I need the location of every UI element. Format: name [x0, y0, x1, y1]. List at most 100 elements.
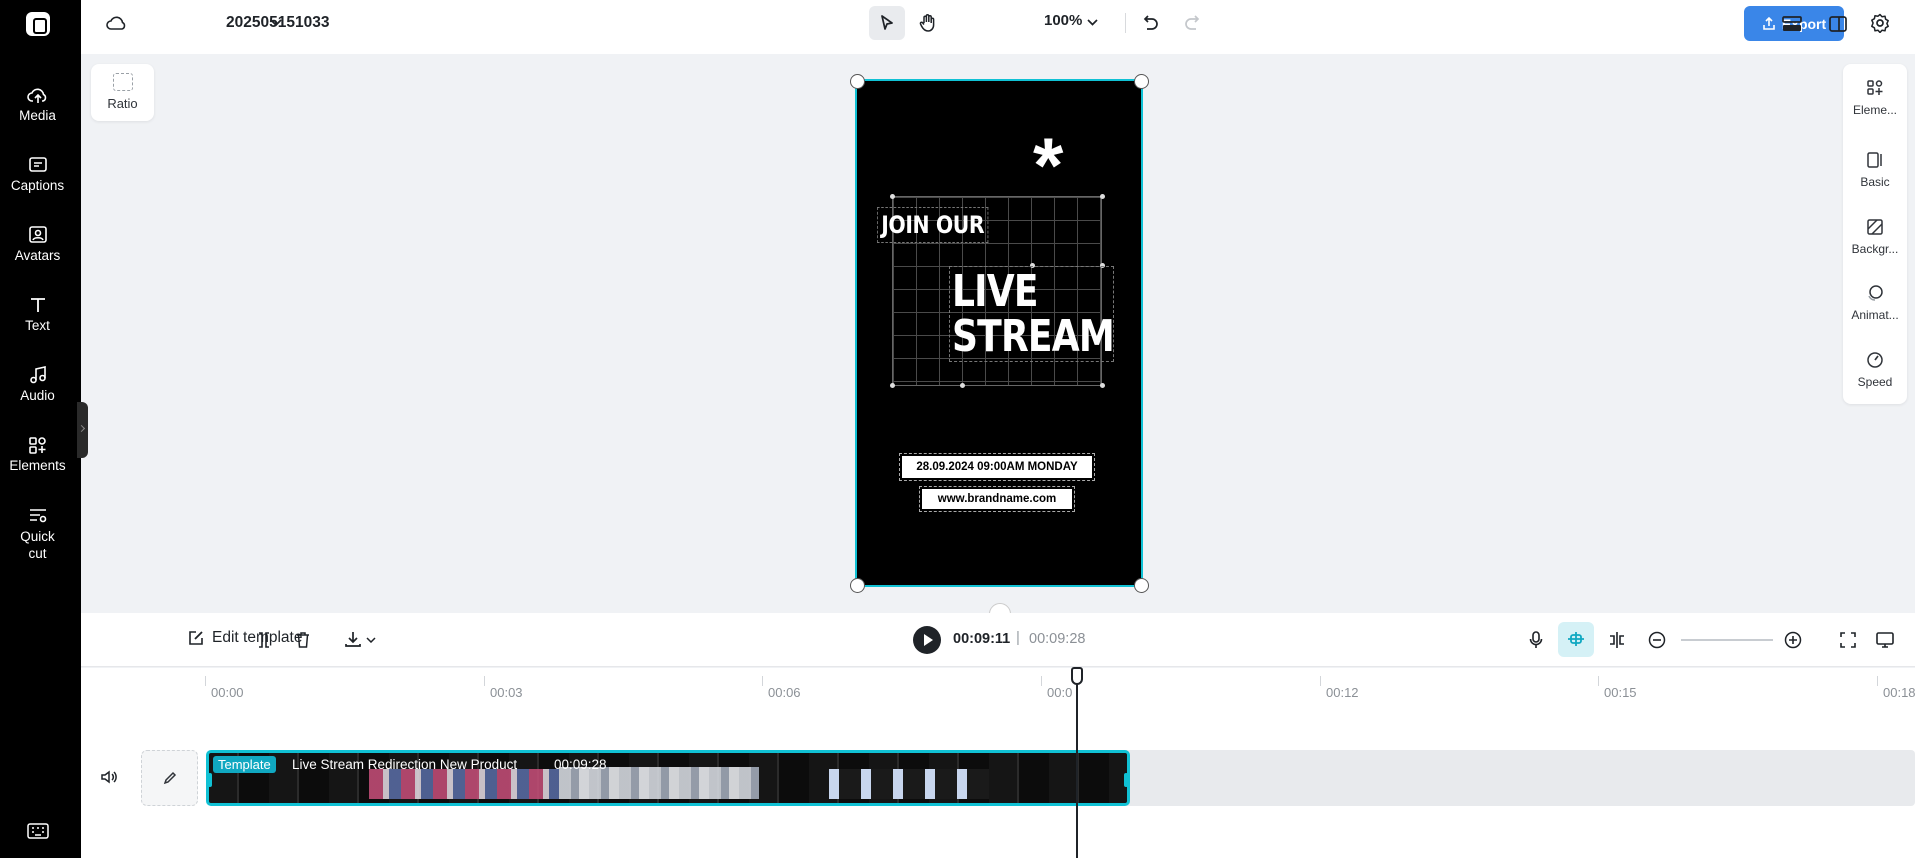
grid-node	[1100, 383, 1105, 388]
preview-monitor-icon[interactable]	[1874, 629, 1896, 651]
sidebar-item-label: Quick cut	[20, 529, 55, 561]
event-date-text[interactable]: 28.09.2024 09:00AM MONDAY	[899, 453, 1095, 481]
cloud-sync-icon[interactable]	[105, 12, 129, 34]
settings-gear-icon[interactable]	[1868, 11, 1892, 35]
website-url-text[interactable]: www.brandname.com	[919, 486, 1075, 512]
download-icon[interactable]	[343, 628, 363, 650]
resize-handle-bottom-left[interactable]	[850, 578, 865, 593]
playhead-handle[interactable]	[1071, 667, 1083, 685]
delete-trash-icon[interactable]	[293, 629, 313, 651]
clip-thumbnails	[369, 769, 559, 799]
text-icon	[30, 298, 45, 312]
grid-node	[890, 194, 895, 199]
captions-icon	[28, 157, 47, 172]
clip-thumbnails	[829, 769, 989, 799]
sidebar-item-audio[interactable]: Audio	[0, 365, 75, 403]
panel-item-background[interactable]: Backgr...	[1843, 217, 1907, 256]
keyboard-shortcuts-icon[interactable]	[27, 822, 49, 845]
timeline-zoom-slider[interactable]	[1681, 639, 1773, 641]
resize-handle-top-left[interactable]	[850, 74, 865, 89]
asterisk-graphic: *	[1033, 121, 1064, 209]
sidebar-item-label: Text	[25, 318, 50, 333]
split-icon[interactable]	[254, 629, 274, 651]
track-edit-button[interactable]	[141, 750, 198, 806]
fullscreen-icon[interactable]	[1838, 630, 1858, 650]
left-sidebar: Media Captions Avatars Text Audio Elemen…	[0, 0, 81, 858]
panel-item-animation[interactable]: Animat...	[1843, 283, 1907, 322]
select-tool-icon[interactable]	[869, 6, 905, 40]
ruler-label: 00:15	[1604, 685, 1637, 700]
speed-icon	[1867, 352, 1883, 368]
playhead[interactable]	[1076, 675, 1078, 858]
sidebar-item-avatars[interactable]: Avatars	[0, 225, 75, 263]
auto-snap-toggle[interactable]	[1558, 622, 1594, 657]
total-time: 00:09:28	[1029, 631, 1086, 647]
time-separator: |	[1016, 629, 1020, 646]
top-bar: 202505151033 100% Export	[81, 0, 1915, 54]
resize-handle-top-right[interactable]	[1134, 74, 1149, 89]
current-time: 00:09:11	[953, 631, 1011, 647]
hand-tool-icon[interactable]	[913, 8, 943, 38]
join-our-text[interactable]: JOIN OUR	[877, 207, 989, 243]
stream-text: STREAM	[952, 311, 1115, 362]
sidebar-item-label: Media	[19, 108, 56, 123]
ruler-tick	[1877, 676, 1878, 686]
sidebar-item-media[interactable]: Media	[0, 85, 75, 123]
edit-template-button[interactable]: Edit template	[187, 629, 302, 647]
grid-node	[1100, 194, 1105, 199]
zoom-in-icon[interactable]	[1783, 630, 1803, 650]
magnet-snap-icon	[1568, 632, 1584, 646]
panel-item-elements[interactable]: Eleme...	[1843, 78, 1907, 117]
ratio-button[interactable]: Ratio	[91, 64, 154, 121]
ruler-label: 00:06	[768, 685, 801, 700]
track-volume-icon[interactable]	[99, 767, 119, 787]
basic-icon	[1867, 152, 1882, 168]
sidebar-collapse-handle[interactable]	[77, 402, 88, 458]
panel-item-label: Speed	[1857, 375, 1893, 389]
panel-item-label: Backgr...	[1851, 242, 1899, 256]
chevron-down-icon[interactable]	[267, 14, 285, 32]
ruler-tick	[1598, 676, 1599, 686]
ratio-icon	[112, 73, 133, 91]
panel-item-label: Animat...	[1851, 308, 1899, 322]
redo-icon[interactable]	[1180, 10, 1206, 36]
sidebar-item-elements[interactable]: Elements	[0, 435, 75, 473]
sidebar-item-label: Avatars	[14, 248, 61, 263]
panel-item-basic[interactable]: Basic	[1843, 150, 1907, 189]
split-clip-icon[interactable]	[1606, 629, 1628, 651]
sidebar-item-captions[interactable]: Captions	[0, 155, 75, 193]
sidebar-item-text[interactable]: Text	[0, 295, 75, 333]
ruler-label: 00:00	[211, 685, 244, 700]
live-stream-text[interactable]: LIVE STREAM	[949, 266, 1115, 362]
avatar-icon	[28, 226, 47, 243]
clip-template-badge: Template	[213, 756, 276, 773]
clip-trim-handle-right[interactable]	[1124, 773, 1127, 787]
ruler-label: 00:0	[1047, 685, 1073, 700]
panel-item-label: Eleme...	[1852, 103, 1897, 117]
ruler-label: 00:12	[1326, 685, 1359, 700]
play-button[interactable]	[913, 626, 941, 654]
panel-item-speed[interactable]: Speed	[1843, 350, 1907, 389]
resize-handle-bottom-right[interactable]	[1134, 578, 1149, 593]
sidebar-item-quick-cut[interactable]: Quick cut	[0, 505, 75, 562]
grid-node	[890, 383, 895, 388]
ruler-tick	[205, 676, 206, 686]
zoom-chevron-down-icon[interactable]	[1085, 15, 1099, 29]
app-logo-icon[interactable]	[26, 12, 50, 36]
video-preview[interactable]: * JOIN OUR LIVE STREAM 28.09.2024 09:00A…	[855, 79, 1143, 587]
layers-icon[interactable]	[1779, 12, 1805, 36]
timeline[interactable]: 00:00 00:03 00:06 00:0 00:12 00:15 00:18…	[81, 668, 1915, 858]
panel-layout-icon[interactable]	[1826, 12, 1850, 36]
ruler-tick	[1320, 676, 1321, 686]
cloud-upload-icon	[26, 88, 46, 103]
ruler-tick	[1041, 676, 1042, 686]
ruler-label: 00:18	[1883, 685, 1915, 700]
zoom-out-icon[interactable]	[1647, 630, 1667, 650]
sidebar-item-label: Audio	[20, 388, 55, 403]
clip-trim-handle-left[interactable]	[209, 773, 212, 787]
download-chevron-down-icon[interactable]	[365, 635, 377, 645]
undo-icon[interactable]	[1137, 10, 1163, 36]
video-clip[interactable]: Template Live Stream Redirection New Pro…	[206, 750, 1130, 806]
zoom-level[interactable]: 100%	[1044, 12, 1082, 29]
microphone-icon[interactable]	[1527, 629, 1545, 651]
